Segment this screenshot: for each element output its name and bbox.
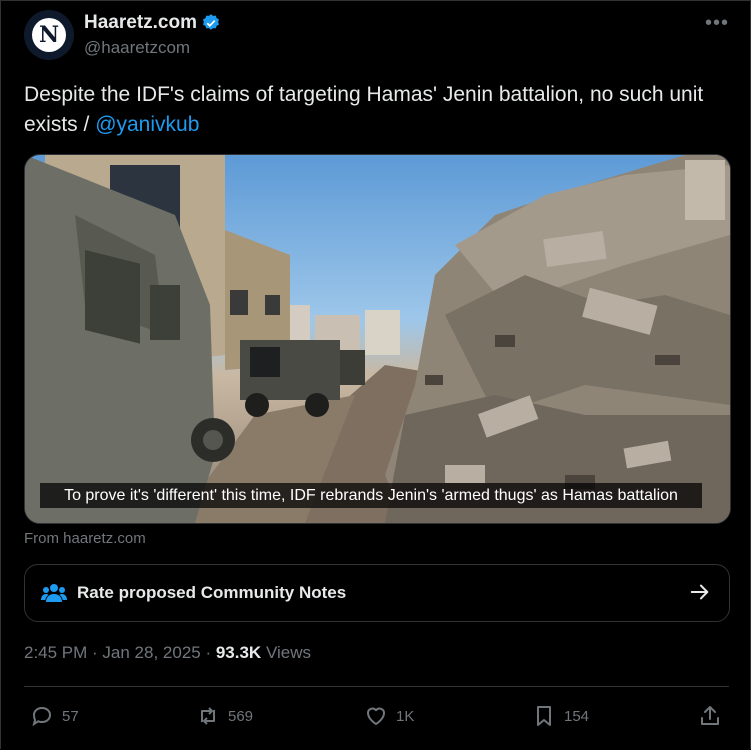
media-caption: To prove it's 'different' this time, IDF… [40,483,702,508]
author-name-row[interactable]: Haaretz.com [84,12,221,34]
verified-badge-icon [203,14,219,30]
share-icon [701,706,719,725]
bookmark-button[interactable]: 154 [532,704,589,728]
timestamp[interactable]: 2:45 PM · Jan 28, 2025 · [24,643,216,662]
link-source[interactable]: From haaretz.com [24,530,146,547]
repost-icon [201,707,215,725]
arrow-right-icon [690,584,709,600]
avatar-logo: N [32,18,66,52]
community-notes-button[interactable]: Rate proposed Community Notes [24,564,730,622]
media-photo [25,155,730,523]
tweet-header: N Haaretz.com @haaretzcom ••• [24,10,729,64]
community-notes-label: Rate proposed Community Notes [77,583,347,602]
reply-count: 57 [62,707,79,725]
tweet-media-card[interactable] [24,154,731,524]
bookmark-count: 154 [564,707,590,725]
tweet-meta: 2:45 PM · Jan 28, 2025 · 93.3K Views [24,643,311,663]
bookmark-icon [537,706,551,726]
repost-button[interactable]: 569 [196,704,253,728]
author-name[interactable]: Haaretz.com [84,12,197,34]
views-label: Views [261,643,311,662]
mention-link[interactable]: @yanivkub [95,113,199,136]
like-button[interactable]: 1K [364,704,414,728]
like-count: 1K [396,707,415,725]
share-button[interactable] [698,704,722,728]
avatar[interactable]: N [24,10,74,60]
divider [24,686,729,687]
people-icon [41,584,67,602]
more-options-icon[interactable]: ••• [705,12,729,35]
tweet-text: Despite the IDF's claims of targeting Ha… [24,80,734,140]
author-handle[interactable]: @haaretzcom [84,38,190,58]
reply-button[interactable]: 57 [30,704,79,728]
repost-count: 569 [228,707,254,725]
reply-icon [32,706,52,727]
action-bar: 57 569 1K 154 [0,700,751,734]
heart-icon [367,707,385,725]
views-count: 93.3K [215,643,262,662]
